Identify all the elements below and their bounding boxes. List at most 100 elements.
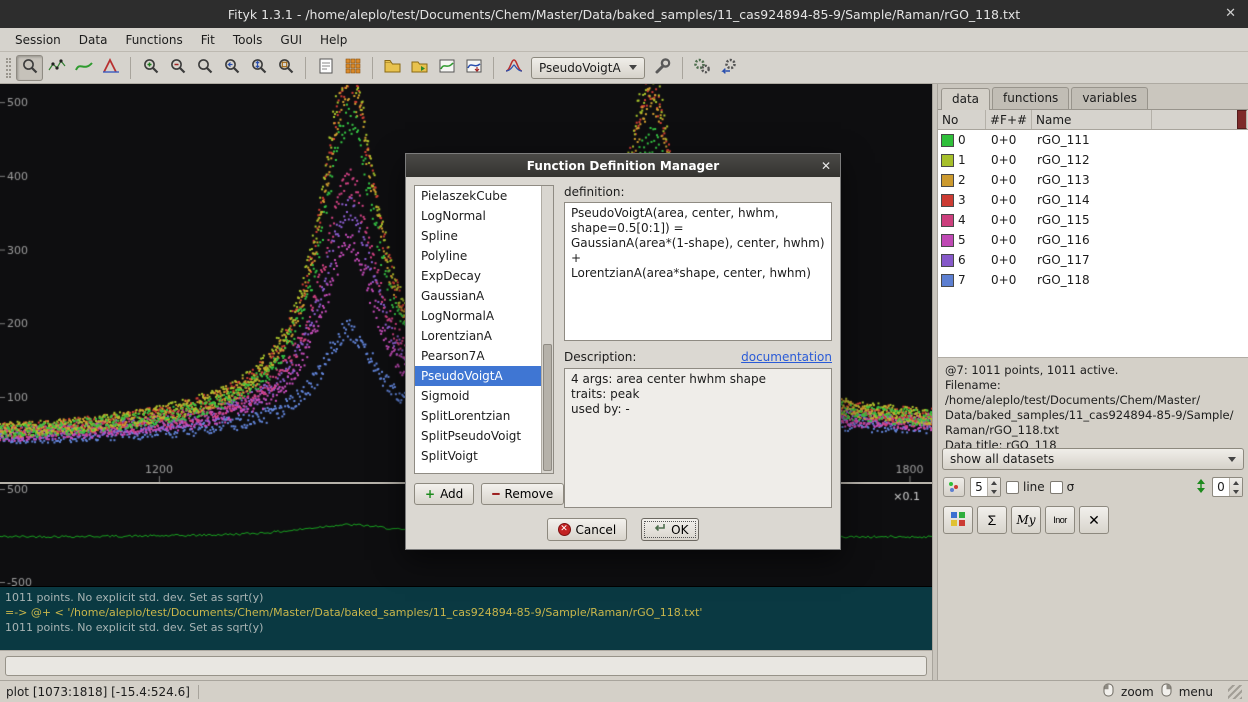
dataset-row-7[interactable]: 70+0rGO_118: [938, 270, 1248, 290]
dataset-color-swatch[interactable]: [941, 274, 954, 287]
titlebar: Fityk 1.3.1 - /home/aleplo/test/Document…: [0, 0, 1248, 28]
resize-grip[interactable]: [1228, 685, 1242, 699]
remove-definition-button[interactable]: ━Remove: [481, 483, 564, 505]
point-size-arrows[interactable]: [987, 478, 1000, 496]
run-fit-button[interactable]: [689, 55, 716, 81]
dataset-row-4[interactable]: 40+0rGO_115: [938, 210, 1248, 230]
menu-session[interactable]: Session: [6, 30, 70, 50]
dataset-filter-select[interactable]: show all datasets: [942, 448, 1244, 470]
dataset-row-0[interactable]: 00+0rGO_111: [938, 130, 1248, 150]
menu-functions[interactable]: Functions: [116, 30, 191, 50]
dataset-filter-value: show all datasets: [950, 452, 1054, 466]
tab-data[interactable]: data: [941, 88, 990, 110]
function-list-item-Spline[interactable]: Spline: [415, 226, 541, 246]
spin-down-icon[interactable]: [988, 487, 1000, 496]
transform-data-button[interactable]: My: [1011, 506, 1041, 534]
zoom-mode-button[interactable]: [16, 55, 43, 81]
menu-tools[interactable]: Tools: [224, 30, 272, 50]
baseline-mode-button[interactable]: [70, 55, 97, 81]
function-list-item-PseudoVoigtA[interactable]: PseudoVoigtA: [415, 366, 541, 386]
dataset-color-swatch[interactable]: [941, 134, 954, 147]
execute-script-button[interactable]: [406, 55, 433, 81]
function-list-item-PielaszekCube[interactable]: PielaszekCube: [415, 186, 541, 206]
dataset-row-1[interactable]: 10+0rGO_112: [938, 150, 1248, 170]
zoom-in-button[interactable]: [137, 55, 164, 81]
dataset-color-swatch[interactable]: [941, 254, 954, 267]
function-list-item-LogNormalA[interactable]: LogNormalA: [415, 306, 541, 326]
line-checkbox[interactable]: [1006, 481, 1019, 494]
normalize-data-button[interactable]: Inor: [1045, 506, 1075, 534]
point-size-stepper[interactable]: 5: [970, 477, 1001, 497]
zoom-previous-button[interactable]: [218, 55, 245, 81]
dialog-titlebar[interactable]: Function Definition Manager ✕: [406, 154, 840, 177]
function-type-list[interactable]: PielaszekCubeLogNormalSplinePolylineExpD…: [414, 185, 554, 474]
definition-textarea[interactable]: PseudoVoigtA(area, center, hwhm, shape=0…: [564, 202, 832, 341]
fityk-window: Fityk 1.3.1 - /home/aleplo/test/Document…: [0, 0, 1248, 702]
sigma-icon: Σ: [988, 512, 997, 528]
data-table-button[interactable]: [943, 506, 973, 534]
spin-down-icon[interactable]: [1230, 487, 1242, 496]
tab-variables[interactable]: variables: [1071, 87, 1148, 109]
data-grid-button[interactable]: [339, 55, 366, 81]
menu-gui[interactable]: GUI: [271, 30, 311, 50]
shift-stepper[interactable]: 0: [1212, 477, 1243, 497]
dataset-row-3[interactable]: 30+0rGO_114: [938, 190, 1248, 210]
function-list-item-Polyline[interactable]: Polyline: [415, 246, 541, 266]
dataset-row-2[interactable]: 20+0rGO_113: [938, 170, 1248, 190]
menu-data[interactable]: Data: [70, 30, 117, 50]
dataset-color-swatch[interactable]: [941, 234, 954, 247]
toolbar-grip[interactable]: [6, 58, 11, 78]
function-list-item-Sigmoid[interactable]: Sigmoid: [415, 386, 541, 406]
command-input[interactable]: [5, 656, 927, 676]
zoom-all-button[interactable]: [272, 55, 299, 81]
point-style-button[interactable]: [943, 477, 965, 497]
zoom-out-button[interactable]: [164, 55, 191, 81]
function-list-item-ExpDecay[interactable]: ExpDecay: [415, 266, 541, 286]
menu-help[interactable]: Help: [311, 30, 356, 50]
baseline-doc-button[interactable]: [312, 55, 339, 81]
chevron-down-icon: [629, 65, 637, 70]
dataset-row-5[interactable]: 50+0rGO_116: [938, 230, 1248, 250]
dataset-color-swatch[interactable]: [941, 154, 954, 167]
save-image-button[interactable]: [433, 55, 460, 81]
function-list-item-GaussianA[interactable]: GaussianA: [415, 286, 541, 306]
function-list-item-SplitPseudoVoigt[interactable]: SplitPseudoVoigt: [415, 426, 541, 446]
open-file-button[interactable]: [379, 55, 406, 81]
output-console[interactable]: 1011 points. No explicit std. dev. Set a…: [0, 586, 932, 650]
spin-up-icon[interactable]: [1230, 478, 1242, 487]
dialog-close-button[interactable]: ✕: [821, 159, 831, 173]
menu-fit[interactable]: Fit: [192, 30, 224, 50]
tab-functions[interactable]: functions: [992, 87, 1069, 109]
delete-dataset-button[interactable]: ✕: [1079, 506, 1109, 534]
add-definition-button[interactable]: +Add: [414, 483, 474, 505]
description-box: 4 args: area center hwhm shape traits: p…: [564, 368, 832, 508]
spin-up-icon[interactable]: [988, 478, 1000, 487]
list-scrollbar-thumb[interactable]: [543, 344, 552, 471]
ok-button[interactable]: OK: [641, 518, 699, 541]
define-function-button[interactable]: [649, 55, 676, 81]
function-type-select[interactable]: PseudoVoigtA: [531, 57, 645, 79]
function-list-item-Pearson7A[interactable]: Pearson7A: [415, 346, 541, 366]
function-list-item-SplitVoigt[interactable]: SplitVoigt: [415, 446, 541, 466]
function-list-item-LorentzianA[interactable]: LorentzianA: [415, 326, 541, 346]
cancel-button[interactable]: ✕Cancel: [547, 518, 628, 541]
add-function-button[interactable]: [500, 55, 527, 81]
data-range-mode-button[interactable]: [43, 55, 70, 81]
undo-fit-button[interactable]: [716, 55, 743, 81]
zoom-100-button[interactable]: [191, 55, 218, 81]
window-close-button[interactable]: ✕: [1225, 6, 1236, 21]
shift-arrows[interactable]: [1229, 478, 1242, 496]
sigma-checkbox[interactable]: [1050, 481, 1063, 494]
documentation-link[interactable]: documentation: [741, 350, 832, 364]
peak-draw-mode-button[interactable]: [97, 55, 124, 81]
dataset-color-swatch[interactable]: [941, 174, 954, 187]
export-session-button[interactable]: [460, 55, 487, 81]
function-list-item-SplitLorentzian[interactable]: SplitLorentzian: [415, 406, 541, 426]
dataset-row-6[interactable]: 60+0rGO_117: [938, 250, 1248, 270]
sum-datasets-button[interactable]: Σ: [977, 506, 1007, 534]
list-scrollbar[interactable]: [541, 186, 553, 473]
function-list-item-LogNormal[interactable]: LogNormal: [415, 206, 541, 226]
zoom-vertical-button[interactable]: [245, 55, 272, 81]
dataset-color-swatch[interactable]: [941, 194, 954, 207]
dataset-color-swatch[interactable]: [941, 214, 954, 227]
